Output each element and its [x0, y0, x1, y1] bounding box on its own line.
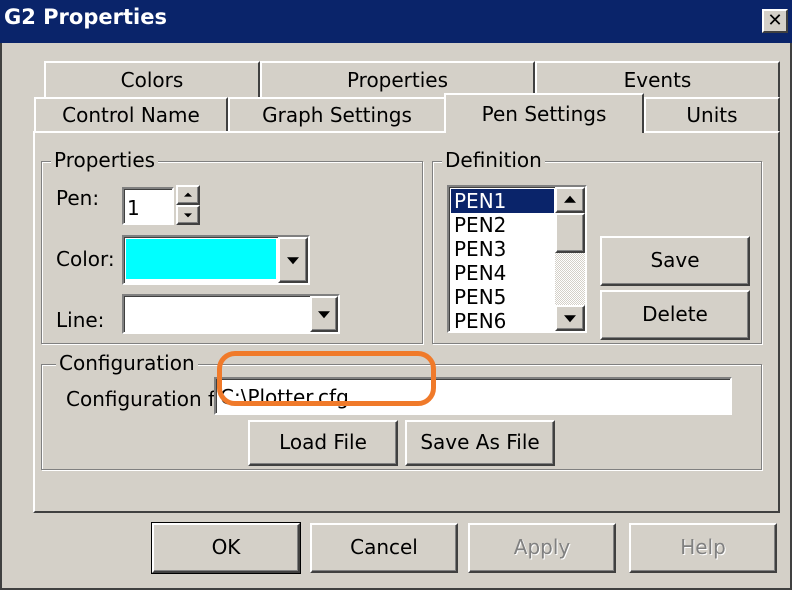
line-dropdown[interactable]: [122, 294, 340, 334]
title-bar: G2 Properties ✕: [0, 0, 792, 43]
definition-group: Definition PEN1 PEN2 PEN3 PEN4 PEN5 PEN6…: [432, 148, 762, 344]
tab-label: Pen Settings: [481, 102, 607, 126]
tab-label: Graph Settings: [262, 103, 412, 127]
tab-control-name[interactable]: Control Name: [34, 97, 228, 132]
pen-settings-panel: Properties Pen: 1 Color: Line: Definitio…: [33, 131, 780, 513]
definition-legend: Definition: [442, 148, 545, 172]
list-item[interactable]: PEN5: [451, 285, 554, 309]
pen-input[interactable]: 1: [122, 187, 174, 225]
cancel-button[interactable]: Cancel: [310, 523, 458, 573]
pen-spin-up[interactable]: [176, 185, 200, 205]
load-file-button[interactable]: Load File: [248, 420, 398, 466]
tab-units[interactable]: Units: [644, 97, 780, 132]
properties-group: Properties Pen: 1 Color: Line:: [41, 148, 423, 344]
color-dropdown-button[interactable]: [278, 237, 308, 283]
tab-properties[interactable]: Properties: [260, 61, 535, 97]
color-dropdown[interactable]: [122, 235, 310, 285]
configuration-file-label: Configuration file:: [66, 387, 222, 411]
scroll-up-button[interactable]: [555, 187, 585, 213]
color-swatch: [126, 239, 276, 279]
delete-button[interactable]: Delete: [600, 290, 750, 340]
chevron-up-icon: [564, 195, 576, 203]
apply-button[interactable]: Apply: [468, 523, 616, 573]
list-item[interactable]: PEN6: [451, 309, 554, 331]
configuration-legend: Configuration: [56, 351, 198, 375]
tab-events[interactable]: Events: [535, 61, 780, 97]
save-as-file-button[interactable]: Save As File: [405, 420, 555, 466]
tab-graph-settings[interactable]: Graph Settings: [228, 97, 446, 132]
color-label: Color:: [56, 247, 115, 271]
list-item[interactable]: PEN3: [451, 237, 554, 261]
window-title: G2 Properties: [4, 5, 167, 29]
pen-spin-down[interactable]: [176, 205, 200, 225]
chevron-down-icon: [184, 213, 192, 218]
chevron-down-icon: [287, 257, 299, 265]
chevron-up-icon: [184, 192, 192, 197]
list-item[interactable]: PEN2: [451, 213, 554, 237]
ok-button[interactable]: OK: [151, 522, 301, 574]
line-label: Line:: [56, 308, 105, 332]
scroll-thumb[interactable]: [555, 213, 585, 253]
help-button[interactable]: Help: [629, 523, 777, 573]
tab-label: Colors: [120, 68, 184, 92]
chevron-down-icon: [318, 311, 330, 319]
tab-label: Properties: [346, 68, 449, 92]
tab-colors[interactable]: Colors: [44, 61, 260, 97]
pen-list-scrollbar[interactable]: [555, 187, 585, 331]
tab-pen-settings[interactable]: Pen Settings: [444, 93, 644, 133]
scroll-down-button[interactable]: [555, 305, 585, 331]
highlight-annotation: [217, 351, 436, 406]
pen-label: Pen:: [56, 186, 100, 210]
line-dropdown-button[interactable]: [310, 296, 338, 332]
properties-legend: Properties: [51, 148, 159, 172]
close-button[interactable]: ✕: [762, 9, 788, 33]
pen-value: 1: [127, 196, 140, 220]
tab-label: Control Name: [62, 103, 200, 127]
list-item[interactable]: PEN1: [451, 189, 554, 213]
tab-label: Units: [686, 103, 738, 127]
save-button[interactable]: Save: [600, 236, 750, 286]
tab-label: Events: [623, 68, 692, 92]
list-item[interactable]: PEN4: [451, 261, 554, 285]
close-icon: ✕: [767, 10, 783, 31]
chevron-down-icon: [564, 315, 576, 323]
pen-listbox[interactable]: PEN1 PEN2 PEN3 PEN4 PEN5 PEN6: [447, 185, 587, 333]
